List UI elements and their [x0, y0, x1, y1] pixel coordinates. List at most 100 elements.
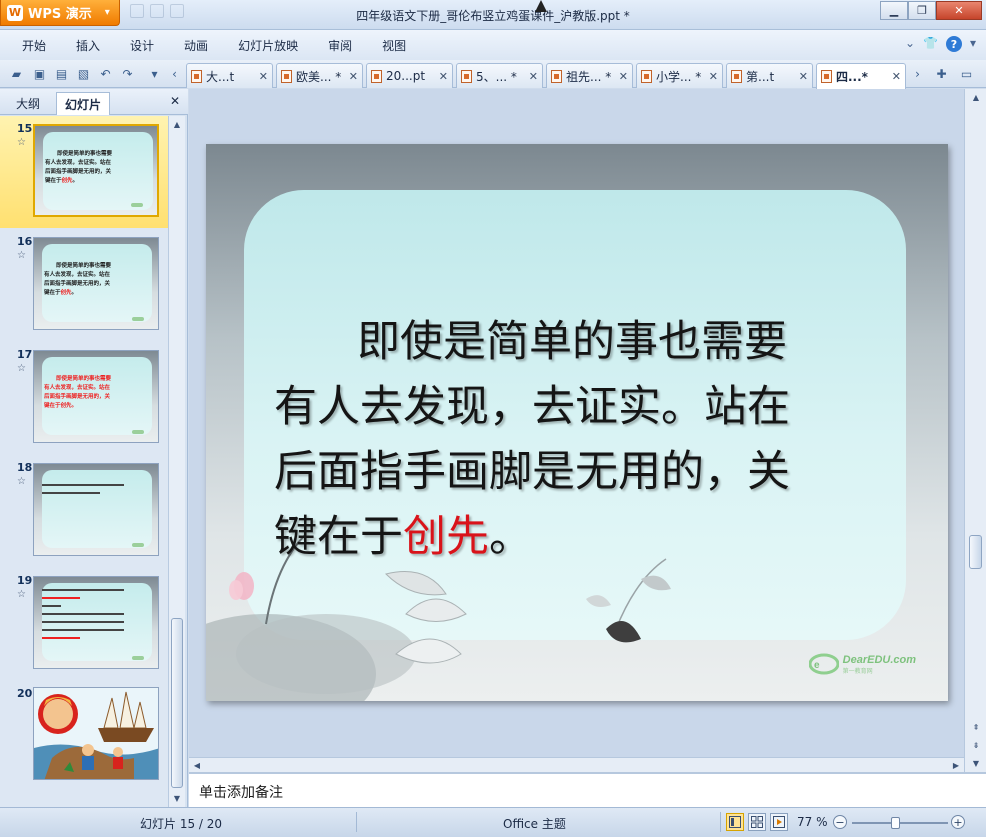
redo-icon[interactable]: ↷	[119, 65, 136, 82]
current-slide[interactable]: 即使是简单的事也需要 有人去发现，去证实。站在 后面指手画脚是无用的，关 键在于…	[206, 144, 948, 701]
status-divider	[356, 812, 357, 832]
thumbnail-slide-17[interactable]: 17 ☆ 即使是简单的事也需要 有人去发现，去证实。站在 后面指手画脚是无用的，…	[0, 342, 168, 454]
undo-icon[interactable]: ↶	[97, 65, 114, 82]
menu-bar: 开始 插入 设计 动画 幻灯片放映 审阅 视图 ⌄ 👕 ? ▾	[0, 30, 986, 60]
menu-design[interactable]: 设计	[130, 37, 154, 54]
scroll-down-icon[interactable]: ▼	[965, 755, 986, 771]
slide-preview: 即使是简单的事也需要 有人去发现，去证实。站在 后面指手画脚是无用的，关 键在于…	[33, 124, 159, 217]
restore-button[interactable]: ❐	[908, 1, 936, 20]
preview-text-run: 。	[71, 290, 78, 296]
menu-animation[interactable]: 动画	[184, 37, 208, 54]
close-tab-icon[interactable]: ✕	[892, 70, 901, 83]
zoom-out-button[interactable]: −	[833, 815, 847, 829]
doc-tab-active[interactable]: 四...* ✕	[816, 63, 906, 89]
close-tab-icon[interactable]: ✕	[799, 70, 808, 83]
doc-tab[interactable]: 第...t ✕	[726, 63, 813, 88]
scroll-up-icon[interactable]: ▲	[169, 116, 185, 133]
thumbnail-slide-18[interactable]: 18 ☆	[0, 455, 168, 567]
next-slide-icon[interactable]: ⇟	[965, 737, 986, 753]
preview-line	[42, 629, 124, 631]
normal-view-button[interactable]	[726, 813, 744, 831]
ppt-file-icon	[641, 69, 652, 83]
tab-slides[interactable]: 幻灯片	[56, 92, 111, 115]
preview-line: 键在于创先。	[44, 403, 78, 409]
doc-tab[interactable]: 大...t ✕	[186, 63, 273, 88]
scrollbar-thumb[interactable]	[969, 535, 982, 569]
menu-slideshow[interactable]: 幻灯片放映	[238, 37, 298, 54]
menu-review[interactable]: 审阅	[328, 37, 352, 54]
menu-insert[interactable]: 插入	[76, 37, 100, 54]
save-icon[interactable]: ▣	[31, 65, 48, 82]
print-preview-icon[interactable]: ▧	[75, 65, 92, 82]
thumbnail-slide-20[interactable]: 20	[0, 681, 168, 793]
menu-home[interactable]: 开始	[22, 37, 46, 54]
previous-slide-icon[interactable]: ⇞	[965, 719, 986, 735]
customize-dropdown-icon[interactable]: ▾	[146, 65, 163, 82]
minimize-button[interactable]: ▁	[880, 1, 908, 20]
ppt-file-icon	[371, 69, 382, 83]
slide-sorter-button[interactable]	[748, 813, 766, 831]
chevron-down-icon[interactable]: ▾	[970, 36, 976, 52]
slide-text-run: 键在于	[274, 512, 403, 562]
slide-number: 17	[17, 348, 33, 361]
zoom-slider-track[interactable]	[852, 822, 948, 824]
preview-emphasis: 创先	[61, 178, 73, 184]
preview-emphasis: 创先	[60, 290, 72, 296]
tab-list-icon[interactable]: ▭	[958, 65, 975, 82]
doc-tab[interactable]: 5、... * ✕	[456, 63, 543, 88]
preview-text: 即使是简单的事也需要 有人去发现，去证实。站在 后面指手画脚是无用的，关 键在于…	[45, 150, 137, 186]
doc-tab[interactable]: 小学... * ✕	[636, 63, 723, 88]
close-tab-icon[interactable]: ✕	[439, 70, 448, 83]
doc-tab[interactable]: 20...pt ✕	[366, 63, 453, 88]
zoom-in-button[interactable]: +	[951, 815, 965, 829]
slide-preview: 即使是简单的事也需要 有人去发现，去证实。站在 后面指手画脚是无用的，关 键在于…	[33, 237, 159, 330]
doc-tab[interactable]: 欧美... * ✕	[276, 63, 363, 88]
window-controls: ▁ ❐ ✕	[880, 1, 982, 20]
help-icon[interactable]: ?	[945, 36, 962, 52]
skin-icon[interactable]: 👕	[923, 36, 938, 52]
scroll-left-icon[interactable]: ◀	[189, 758, 205, 772]
tab-scroll-left-icon[interactable]: ‹	[166, 65, 183, 82]
tab-outline[interactable]: 大纲	[8, 92, 48, 115]
animation-star-icon: ☆	[17, 250, 26, 261]
scroll-right-icon[interactable]: ▶	[948, 758, 964, 772]
notes-pane[interactable]: 单击添加备注	[189, 772, 986, 807]
open-folder-icon[interactable]: ▰	[8, 65, 25, 82]
close-tab-icon[interactable]: ✕	[259, 70, 268, 83]
scrollbar-thumb[interactable]	[171, 618, 183, 788]
preview-line: 即使是简单的事也需要	[56, 376, 112, 382]
editor-horizontal-scrollbar[interactable]: ◀ ▶	[189, 757, 964, 772]
tab-scroll-right-icon[interactable]: ›	[909, 65, 926, 82]
close-tab-icon[interactable]: ✕	[709, 70, 718, 83]
scroll-down-icon[interactable]: ▼	[169, 790, 185, 807]
thumbnail-slide-15[interactable]: 15 ☆ 即使是简单的事也需要 有人去发现，去证实。站在 后面指手画脚是无用的，…	[0, 116, 168, 228]
preview-line: 有人去发现，去证实。站在	[44, 272, 111, 278]
close-tab-icon[interactable]: ✕	[619, 70, 628, 83]
preview-line	[42, 484, 124, 486]
close-panel-icon[interactable]: ✕	[170, 94, 180, 108]
menu-view[interactable]: 视图	[382, 37, 406, 54]
editor-vertical-scrollbar[interactable]: ▲ ⇞ ⇟ ▼	[964, 89, 986, 772]
print-icon[interactable]: ▤	[53, 65, 70, 82]
normal-view-icon	[729, 816, 741, 828]
slide-thumbnails: 15 ☆ 即使是简单的事也需要 有人去发现，去证实。站在 后面指手画脚是无用的，…	[0, 116, 168, 807]
collapse-ribbon-icon[interactable]: ⌄	[905, 36, 915, 52]
thumbnail-slide-16[interactable]: 16 ☆ 即使是简单的事也需要 有人去发现，去证实。站在 后面指手画脚是无用的，…	[0, 229, 168, 341]
watermark-text-group: DearEDU.com 第一教育网	[843, 652, 916, 675]
slideshow-button[interactable]	[770, 813, 788, 831]
close-tab-icon[interactable]: ✕	[349, 70, 358, 83]
thumbnail-slide-19[interactable]: 19 ☆	[0, 568, 168, 680]
watermark: e DearEDU.com 第一教育网	[808, 652, 916, 675]
preview-line	[42, 492, 100, 494]
close-tab-icon[interactable]: ✕	[529, 70, 538, 83]
zoom-slider-thumb[interactable]	[890, 817, 900, 829]
scroll-up-icon[interactable]: ▲	[965, 89, 986, 105]
doc-tab[interactable]: 祖先... * ✕	[546, 63, 633, 88]
thumbnails-scrollbar[interactable]: ▲ ▼	[168, 116, 185, 807]
doc-tab-label: 第...t	[746, 69, 775, 84]
preview-line: 后面指手画脚是无用的，关	[44, 394, 111, 400]
new-tab-icon[interactable]: ✚	[933, 65, 950, 82]
preview-text: 即使是简单的事也需要 有人去发现，去证实。站在 后面指手画脚是无用的，关 键在于…	[44, 375, 136, 411]
slide-body-text[interactable]: 即使是简单的事也需要 有人去发现，去证实。站在 后面指手画脚是无用的，关 键在于…	[274, 310, 884, 570]
close-button[interactable]: ✕	[936, 1, 982, 20]
